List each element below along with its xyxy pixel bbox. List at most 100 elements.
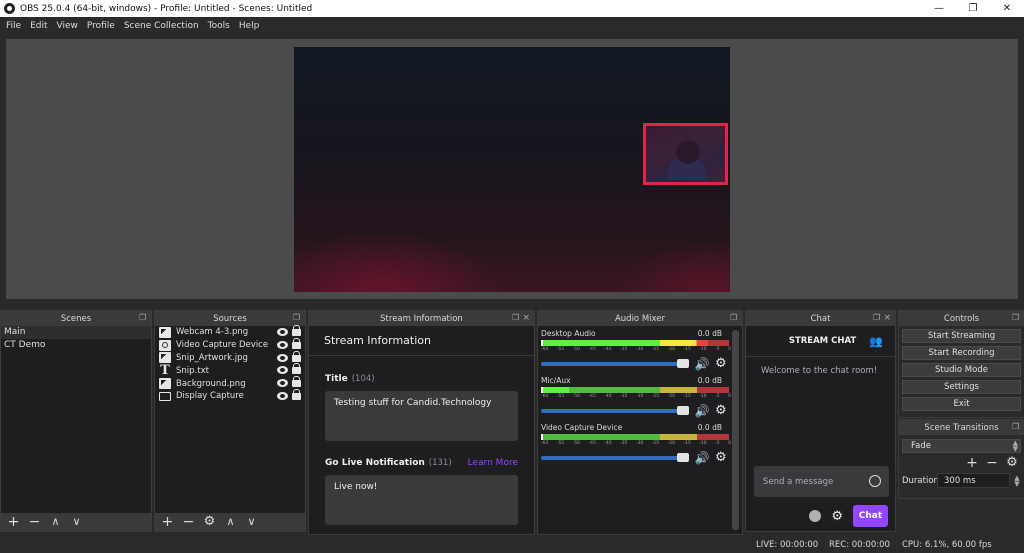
webcam-source-preview[interactable] [643, 123, 728, 185]
learn-more-link[interactable]: Learn More [468, 458, 518, 468]
move-source-down-button[interactable]: ∨ [242, 514, 261, 530]
send-chat-button[interactable]: Chat [853, 505, 888, 527]
close-button[interactable]: ✕ [990, 0, 1024, 17]
move-scene-down-button[interactable]: ∨ [67, 514, 86, 530]
title-label: Title [325, 374, 348, 384]
meter-tick-label: -10 [699, 441, 707, 446]
menu-tools[interactable]: Tools [205, 21, 236, 31]
sources-toolbar: + − ⚙ ∧ ∨ [155, 513, 305, 531]
select-spinner-icon: ▲ ▼ [1012, 439, 1018, 453]
meter-tick-label: -40 [604, 347, 612, 352]
start-recording-button[interactable]: Start Recording [902, 346, 1021, 360]
lock-icon[interactable] [292, 325, 301, 336]
channel-settings-gear-icon[interactable]: ⚙ [715, 450, 727, 465]
menu-view[interactable]: View [54, 21, 84, 31]
minimize-button[interactable]: — [922, 0, 956, 17]
volume-slider[interactable] [541, 358, 689, 368]
channel-settings-gear-icon[interactable]: ⚙ [715, 403, 727, 418]
settings-button[interactable]: Settings [902, 380, 1021, 394]
bits-icon[interactable] [809, 510, 822, 522]
menu-profile[interactable]: Profile [84, 21, 121, 31]
visibility-eye-icon[interactable] [277, 391, 288, 400]
float-dock-icon[interactable]: ❐ [512, 314, 520, 322]
visibility-eye-icon[interactable] [277, 340, 288, 349]
transition-properties-button[interactable]: ⚙ [1004, 455, 1020, 471]
move-scene-up-button[interactable]: ∧ [46, 514, 65, 530]
menu-scene-collection[interactable]: Scene Collection [121, 21, 205, 31]
studio-mode-button[interactable]: Studio Mode [902, 363, 1021, 377]
lock-icon[interactable] [292, 363, 301, 375]
add-transition-button[interactable]: + [964, 455, 980, 471]
menu-file[interactable]: File [3, 21, 27, 31]
start-streaming-button[interactable]: Start Streaming [902, 329, 1021, 343]
transition-toolbar: + − ⚙ [899, 455, 1024, 471]
webcam-person-head [676, 140, 700, 164]
maximize-button[interactable]: ❐ [956, 0, 990, 17]
menu-edit[interactable]: Edit [27, 21, 53, 31]
chat-settings-icon[interactable]: ⚙ [831, 509, 843, 524]
remove-source-button[interactable]: − [179, 514, 198, 530]
volume-slider[interactable] [541, 452, 689, 462]
volume-slider-handle[interactable] [677, 405, 689, 415]
chat-header: STREAM CHAT 👥 [746, 326, 895, 357]
float-dock-icon[interactable]: ❐ [139, 314, 147, 322]
move-source-up-button[interactable]: ∧ [221, 514, 240, 530]
source-item[interactable]: Display Capture [155, 388, 305, 403]
notification-label: Go Live Notification [325, 458, 425, 468]
obs-logo-icon [4, 3, 15, 14]
visibility-eye-icon[interactable] [277, 353, 288, 362]
source-item[interactable]: T Snip.txt [155, 363, 305, 377]
duration-input[interactable]: 300 ms [937, 473, 1010, 488]
users-icon[interactable]: 👥 [869, 335, 883, 348]
volume-slider[interactable] [541, 405, 689, 415]
stream-title-input[interactable]: Testing stuff for Candid.Technology [325, 391, 518, 441]
source-label: Snip.txt [176, 365, 209, 376]
duration-spinner[interactable]: ▲ ▼ [1012, 474, 1022, 487]
channel-settings-gear-icon[interactable]: ⚙ [715, 356, 727, 371]
float-dock-icon[interactable]: ❐ [873, 314, 881, 322]
volume-slider-handle[interactable] [677, 358, 689, 368]
close-dock-icon[interactable]: × [883, 313, 891, 323]
add-source-button[interactable]: + [158, 514, 177, 530]
source-item[interactable]: Background.png [155, 376, 305, 390]
menu-help[interactable]: Help [236, 21, 266, 31]
scene-item[interactable]: CT Demo [1, 339, 151, 352]
scene-transitions-dock-header: Scene Transitions ❐ [899, 420, 1024, 435]
meter-tick-label: -5 [715, 394, 720, 399]
add-scene-button[interactable]: + [4, 514, 23, 530]
chat-welcome-message: Welcome to the chat room! [761, 366, 878, 376]
speaker-mute-icon[interactable]: 🔊 [693, 404, 711, 418]
fader-row: 🔊 ⚙ [541, 403, 728, 418]
transition-select[interactable]: Fade ▲ ▼ [902, 439, 1021, 453]
float-dock-icon[interactable]: ❐ [1012, 314, 1020, 322]
visibility-eye-icon[interactable] [277, 328, 288, 336]
camera-icon [159, 339, 171, 351]
source-properties-button[interactable]: ⚙ [200, 514, 219, 530]
scene-item[interactable]: Main [1, 326, 151, 339]
lock-icon[interactable] [292, 388, 301, 400]
source-item[interactable]: Video Capture Device [155, 337, 305, 352]
float-dock-icon[interactable]: ❐ [1012, 423, 1020, 431]
lock-icon[interactable] [292, 337, 301, 349]
source-item[interactable]: Webcam 4-3.png [155, 325, 305, 339]
go-live-notification-input[interactable]: Live now! [325, 475, 518, 525]
meter-tick-label: -55 [556, 394, 565, 399]
remove-scene-button[interactable]: − [25, 514, 44, 530]
speaker-mute-icon[interactable]: 🔊 [693, 357, 711, 371]
meter-tick-label: -20 [667, 394, 675, 399]
lock-icon[interactable] [292, 350, 301, 362]
exit-button[interactable]: Exit [902, 397, 1021, 411]
visibility-eye-icon[interactable] [277, 366, 288, 375]
lock-icon[interactable] [292, 376, 301, 388]
volume-slider-handle[interactable] [677, 452, 689, 462]
remove-transition-button[interactable]: − [984, 455, 1000, 471]
chat-message-input[interactable]: Send a message [754, 466, 889, 497]
float-dock-icon[interactable]: ❐ [730, 314, 738, 322]
mixer-scrollbar[interactable] [732, 330, 739, 530]
emote-picker-icon[interactable] [869, 475, 881, 487]
close-dock-icon[interactable]: × [522, 313, 530, 323]
speaker-mute-icon[interactable]: 🔊 [693, 451, 711, 465]
visibility-eye-icon[interactable] [277, 379, 288, 388]
float-dock-icon[interactable]: ❐ [293, 314, 301, 322]
source-item[interactable]: Snip_Artwork.jpg [155, 350, 305, 365]
